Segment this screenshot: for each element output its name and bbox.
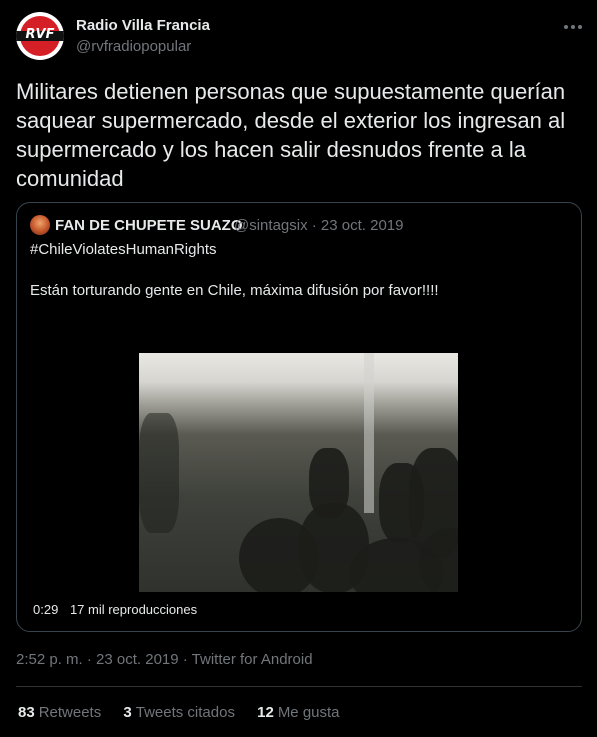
video-meta: 0:29 17 mil reproducciones <box>33 602 205 617</box>
author-avatar[interactable]: RVF <box>16 12 64 60</box>
quoted-tweet[interactable]: FAN DE CHUPETE SUAZO @sintagsix · 23 oct… <box>16 202 582 632</box>
divider <box>16 686 582 687</box>
tweet-stats: 83 Retweets 3 Tweets citados 12 Me gusta <box>18 704 358 721</box>
quoted-hashtag[interactable]: #ChileViolatesHumanRights <box>30 241 217 258</box>
tweet-timestamp: 2:52 p. m. · 23 oct. 2019 · Twitter for … <box>16 651 313 668</box>
tweet-text: Militares detienen personas que supuesta… <box>16 79 566 191</box>
quote-tweets-stat[interactable]: 3 Tweets citados <box>123 704 235 721</box>
timestamp-text[interactable]: 2:52 p. m. · 23 oct. 2019 · <box>16 651 192 668</box>
tweet-source[interactable]: Twitter for Android <box>192 651 313 668</box>
video-thumbnail[interactable] <box>139 353 458 592</box>
video-views: 17 mil reproducciones <box>69 602 198 617</box>
quoted-text: Están torturando gente en Chile, máxima … <box>30 282 439 299</box>
quoted-author-handle-date: @sintagsix · 23 oct. 2019 <box>234 217 404 234</box>
tweet: RVF Radio Villa Francia @rvfradiopopular… <box>0 0 597 737</box>
quoted-author-avatar <box>30 215 50 235</box>
quoted-author-name: FAN DE CHUPETE SUAZO <box>55 217 243 234</box>
likes-stat[interactable]: 12 Me gusta <box>257 704 339 721</box>
avatar-logo-text: RVF <box>25 27 55 42</box>
video-duration: 0:29 <box>33 602 59 617</box>
more-horizontal-icon <box>564 25 568 29</box>
retweets-stat[interactable]: 83 Retweets <box>18 704 101 721</box>
author-name[interactable]: Radio Villa Francia <box>76 17 210 34</box>
more-options-button[interactable] <box>560 14 586 40</box>
author-handle[interactable]: @rvfradiopopular <box>76 38 191 55</box>
